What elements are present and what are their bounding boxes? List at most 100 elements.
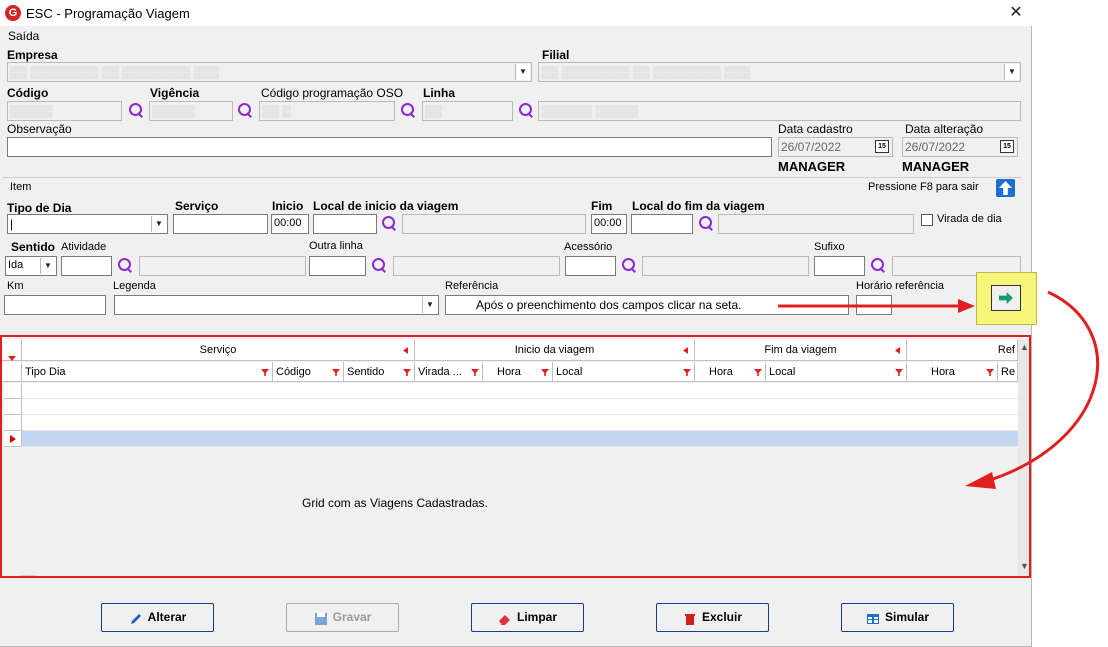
col-sentido[interactable]: Sentido (344, 362, 415, 382)
simular-button[interactable]: Simular (841, 603, 954, 632)
tipo-dia-select[interactable]: | (7, 214, 168, 234)
chevron-down-icon[interactable]: ▼ (151, 216, 166, 232)
row-indicator[interactable] (4, 383, 22, 399)
search-icon[interactable] (869, 257, 887, 275)
filial-label: Filial (542, 48, 569, 62)
collapse-icon[interactable] (683, 347, 688, 354)
scroll-down-icon[interactable]: ▼ (1020, 561, 1029, 571)
filter-icon[interactable] (895, 369, 903, 376)
sufixo-field[interactable] (814, 256, 865, 276)
referencia-field[interactable]: Após o preenchimento dos campos clicar n… (445, 295, 849, 315)
alterar-button[interactable]: Alterar (101, 603, 214, 632)
search-icon[interactable] (697, 215, 715, 233)
save-icon (314, 609, 328, 623)
user-alteracao: MANAGER (902, 159, 969, 174)
current-row-icon (10, 435, 16, 443)
filial-select[interactable]: ▒▒ ▒▒▒▒▒▒▒▒ ▒▒ ▒▒▒▒▒▒▒▒ ▒▒▒ (538, 62, 1021, 82)
search-icon[interactable] (116, 257, 134, 275)
table-row[interactable] (22, 383, 1018, 399)
row-indicator[interactable] (4, 415, 22, 431)
add-item-button[interactable] (991, 285, 1021, 311)
search-icon[interactable] (236, 102, 254, 120)
filter-icon[interactable] (754, 369, 762, 376)
table-row[interactable] (22, 399, 1018, 415)
col-local-inicio[interactable]: Local (553, 362, 695, 382)
collapse-icon[interactable] (403, 347, 408, 354)
outra-linha-description (393, 256, 560, 276)
codigo-field[interactable]: ▒▒▒▒▒ (7, 101, 122, 121)
acessorio-field[interactable] (565, 256, 616, 276)
vigencia-field[interactable]: ▒▒▒▒▒ (149, 101, 233, 121)
filter-icon[interactable] (403, 369, 411, 376)
col-tipo-dia[interactable]: Tipo Dia (22, 362, 273, 382)
scroll-up-icon[interactable]: ▲ (1020, 342, 1029, 352)
search-icon[interactable] (370, 257, 388, 275)
servico-field[interactable] (173, 214, 268, 234)
calendar-icon[interactable]: 15 (1000, 140, 1014, 153)
filter-icon[interactable] (541, 369, 549, 376)
search-icon[interactable] (399, 102, 417, 120)
km-label: Km (7, 280, 24, 292)
table-row-selected[interactable] (22, 431, 1018, 447)
limpar-button[interactable]: Limpar (471, 603, 584, 632)
chevron-down-icon[interactable]: ▼ (422, 297, 437, 313)
empresa-select[interactable]: ▒▒ ▒▒▒▒▒▒▒▒ ▒▒ ▒▒▒▒▒▒▒▒ ▒▒▒ (7, 62, 532, 82)
menu-saida[interactable]: Saída (8, 29, 39, 43)
row-indicator[interactable] (4, 431, 22, 447)
group-servico: Serviço (22, 339, 415, 361)
col-ref[interactable]: Re (998, 362, 1018, 382)
group-ref: Ref (907, 339, 1018, 361)
inicio-field[interactable]: 00:00 (271, 214, 309, 234)
empresa-label: Empresa (7, 48, 58, 62)
chevron-down-icon[interactable]: ▼ (515, 64, 530, 80)
search-icon[interactable] (380, 215, 398, 233)
collapse-icon[interactable] (895, 347, 900, 354)
filter-icon[interactable] (683, 369, 691, 376)
gravar-button[interactable]: Gravar (286, 603, 399, 632)
filter-icon[interactable] (261, 369, 269, 376)
atividade-label: Atividade (61, 241, 106, 253)
linha-field[interactable]: ▒▒ (422, 101, 513, 121)
excluir-button[interactable]: Excluir (656, 603, 769, 632)
local-fim-description (718, 214, 914, 234)
atividade-field[interactable] (61, 256, 112, 276)
col-hora-ref[interactable]: Hora (907, 362, 998, 382)
filter-icon[interactable] (332, 369, 340, 376)
acessorio-description (642, 256, 809, 276)
virada-checkbox[interactable] (921, 214, 933, 226)
vertical-scrollbar[interactable]: ▲ ▼ (1018, 339, 1031, 576)
trips-grid[interactable]: Serviço Inicio da viagem Fim da viagem R… (0, 335, 1031, 578)
km-field[interactable] (4, 295, 106, 315)
local-fim-field[interactable] (631, 214, 693, 234)
close-icon[interactable]: ✕ (1002, 2, 1030, 24)
horizontal-scrollbar[interactable] (20, 575, 36, 578)
sentido-label: Sentido (11, 240, 55, 254)
trash-icon (683, 609, 697, 623)
col-hora-fim[interactable]: Hora (695, 362, 766, 382)
horario-referencia-field[interactable] (856, 295, 892, 315)
col-codigo[interactable]: Código (273, 362, 344, 382)
observacao-field[interactable] (7, 137, 772, 157)
title-bar: G ESC - Programação Viagem ✕ (0, 0, 1032, 26)
col-virada[interactable]: Virada ... (415, 362, 483, 382)
arrow-up-icon[interactable] (996, 179, 1015, 197)
chevron-down-icon[interactable]: ▼ (1004, 64, 1019, 80)
row-indicator[interactable] (4, 399, 22, 415)
virada-label: Virada de dia (937, 213, 1002, 225)
col-local-fim[interactable]: Local (766, 362, 907, 382)
legenda-select[interactable] (114, 295, 439, 315)
search-icon[interactable] (517, 102, 535, 120)
chevron-down-icon[interactable]: ▼ (40, 258, 55, 274)
table-row[interactable] (22, 415, 1018, 431)
local-inicio-field[interactable] (313, 214, 377, 234)
atividade-description (139, 256, 306, 276)
col-hora-inicio[interactable]: Hora (483, 362, 553, 382)
search-icon[interactable] (620, 257, 638, 275)
filter-icon[interactable] (471, 369, 479, 376)
fim-field[interactable]: 00:00 (591, 214, 627, 234)
outra-linha-field[interactable] (309, 256, 366, 276)
calendar-icon[interactable]: 15 (875, 140, 889, 153)
filter-icon[interactable] (986, 369, 994, 376)
search-icon[interactable] (127, 102, 145, 120)
codigo-oso-field[interactable]: ▒▒ ▒ (259, 101, 395, 121)
